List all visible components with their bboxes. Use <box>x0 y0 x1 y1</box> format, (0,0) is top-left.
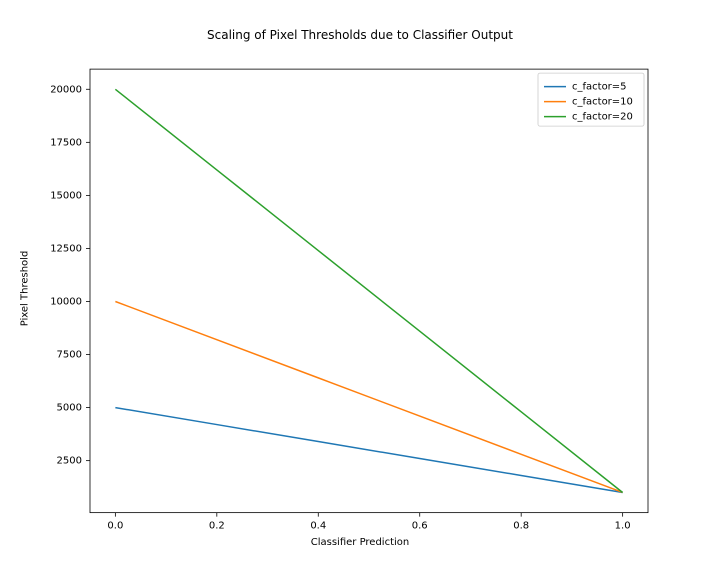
chart-canvas: 0.0 0.2 0.4 0.6 0.8 1.0 2500 5000 7500 10000 1250… <box>0 0 720 576</box>
legend: c_factor=5 c_factor=10 c_factor=20 <box>538 73 644 126</box>
legend-label: c_factor=20 <box>572 112 633 123</box>
svg-text:15000: 15000 <box>50 190 82 201</box>
svg-text:7500: 7500 <box>57 350 82 361</box>
svg-text:10000: 10000 <box>50 296 82 307</box>
series-line-1 <box>115 301 622 492</box>
svg-text:20000: 20000 <box>50 84 82 95</box>
x-axis-ticks: 0.0 0.2 0.4 0.6 0.8 1.0 <box>107 513 630 532</box>
svg-text:0.6: 0.6 <box>412 521 428 532</box>
y-axis-ticks: 2500 5000 7500 10000 12500 15000 17500 20000 <box>50 84 90 466</box>
legend-label: c_factor=10 <box>572 97 633 108</box>
chart-figure: Scaling of Pixel Thresholds due to Class… <box>0 0 720 576</box>
svg-text:0.0: 0.0 <box>107 521 123 532</box>
series-lines <box>115 89 622 492</box>
svg-text:1.0: 1.0 <box>615 521 631 532</box>
svg-text:0.8: 0.8 <box>513 521 529 532</box>
svg-text:17500: 17500 <box>50 137 82 148</box>
svg-text:0.2: 0.2 <box>209 521 225 532</box>
svg-text:12500: 12500 <box>50 243 82 254</box>
svg-text:2500: 2500 <box>57 456 82 467</box>
svg-text:5000: 5000 <box>57 403 82 414</box>
series-line-2 <box>115 89 622 492</box>
series-line-0 <box>115 408 622 493</box>
svg-text:0.4: 0.4 <box>310 521 326 532</box>
legend-label: c_factor=5 <box>572 82 627 93</box>
